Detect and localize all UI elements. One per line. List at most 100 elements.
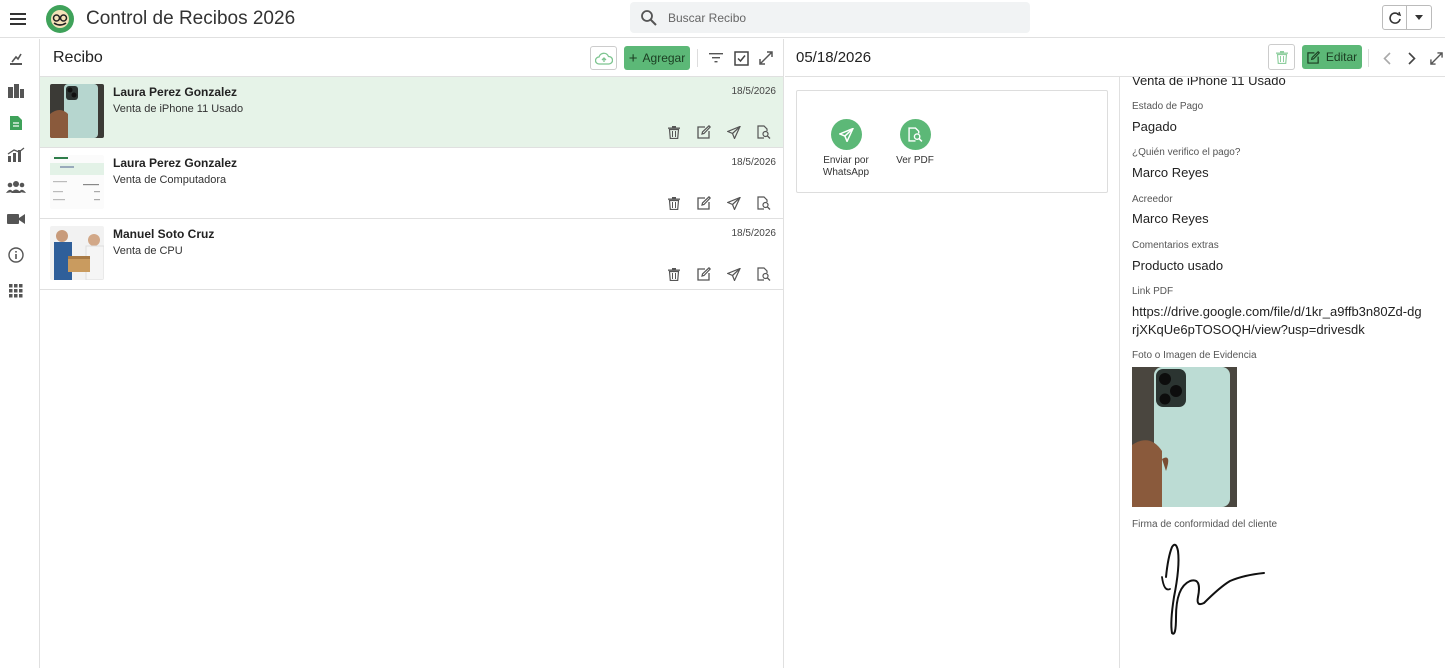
document-search-icon xyxy=(757,196,771,210)
edit-icon xyxy=(697,196,711,210)
detail-header: 05/18/2026 Editar xyxy=(785,39,1445,77)
list-item[interactable]: Manuel Soto Cruz Venta de CPU 18/5/2026 xyxy=(40,219,783,290)
sync-icon xyxy=(1388,11,1401,24)
send-button[interactable] xyxy=(719,123,749,141)
delete-button[interactable] xyxy=(659,265,689,283)
plus-icon: + xyxy=(628,49,638,67)
send-icon xyxy=(727,125,741,139)
edit-icon xyxy=(697,267,711,281)
edit-button[interactable] xyxy=(689,194,719,212)
delete-button[interactable] xyxy=(659,123,689,141)
receipt-description: Venta de CPU xyxy=(113,245,183,257)
nav-apps[interactable] xyxy=(0,277,32,305)
view-pdf-action[interactable]: Ver PDF xyxy=(885,119,945,167)
caret-down-icon xyxy=(1415,15,1423,20)
search-icon xyxy=(641,9,657,26)
trash-icon xyxy=(1275,50,1288,64)
nav-analytics[interactable] xyxy=(0,141,32,169)
sync-button[interactable] xyxy=(1383,6,1408,29)
send-whatsapp-action[interactable]: Enviar por WhatsApp xyxy=(816,119,876,179)
search-input[interactable] xyxy=(668,10,1008,25)
field-value: Marco Reyes xyxy=(1132,211,1209,226)
expand-icon xyxy=(759,51,773,65)
send-button[interactable] xyxy=(719,265,749,283)
view-pdf-button[interactable] xyxy=(749,123,779,141)
menu-icon[interactable] xyxy=(3,4,33,34)
customer-name: Laura Perez Gonzalez xyxy=(113,85,238,99)
view-pdf-label: Ver PDF xyxy=(896,155,934,166)
detail-delete-button[interactable] xyxy=(1268,44,1295,70)
trash-icon xyxy=(668,267,680,281)
document-icon xyxy=(10,116,22,130)
field-value: Marco Reyes xyxy=(1132,165,1209,180)
send-button[interactable] xyxy=(719,194,749,212)
list-header: Recibo + Agregar xyxy=(40,39,783,77)
edit-button[interactable] xyxy=(689,123,719,141)
edit-button[interactable] xyxy=(689,265,719,283)
send-icon xyxy=(727,267,741,281)
trash-icon xyxy=(668,196,680,210)
list-title: Recibo xyxy=(53,48,103,66)
field-label: ¿Quién verifico el pago? xyxy=(1132,147,1241,158)
field-label: Link PDF xyxy=(1132,286,1174,297)
filter-button[interactable] xyxy=(705,46,727,70)
sync-control xyxy=(1382,5,1432,30)
edit-icon xyxy=(697,125,711,139)
nav-video[interactable] xyxy=(0,205,32,233)
analytics-icon xyxy=(7,147,25,162)
field-label: Foto o Imagen de Evidencia xyxy=(1132,350,1257,361)
field-value: Producto usado xyxy=(1132,258,1224,273)
search-bar[interactable] xyxy=(630,2,1030,33)
app-logo xyxy=(46,4,74,33)
item-actions xyxy=(659,265,779,283)
video-icon xyxy=(7,214,25,224)
field-label: Comentarios extras xyxy=(1132,240,1219,251)
item-actions xyxy=(659,123,779,141)
divider xyxy=(697,49,698,67)
sync-dropdown-button[interactable] xyxy=(1407,6,1431,29)
list-item[interactable]: Laura Perez Gonzalez Venta de iPhone 11 … xyxy=(40,77,783,148)
item-thumbnail xyxy=(50,226,104,280)
select-all-button[interactable] xyxy=(730,46,752,70)
add-button[interactable]: + Agregar xyxy=(624,46,690,70)
delete-button[interactable] xyxy=(659,194,689,212)
chevron-left-icon xyxy=(1383,51,1391,65)
checkbox-icon xyxy=(733,50,749,66)
receipt-date: 18/5/2026 xyxy=(731,157,777,168)
cloud-upload-button[interactable] xyxy=(590,46,617,70)
evidence-image[interactable] xyxy=(1132,367,1237,507)
customer-name: Manuel Soto Cruz xyxy=(113,227,215,241)
receipt-date: 18/5/2026 xyxy=(731,228,777,239)
detail-actions-card: Enviar por WhatsApp Ver PDF xyxy=(796,90,1108,193)
expand-icon xyxy=(1429,51,1443,65)
expand-list-button[interactable] xyxy=(755,46,777,70)
field-label: Acreedor xyxy=(1132,194,1173,205)
field-label: Firma de conformidad del cliente xyxy=(1132,519,1278,530)
pdf-link[interactable]: https://drive.google.com/file/d/1kr_a9ff… xyxy=(1132,303,1422,339)
previous-record-button[interactable] xyxy=(1378,49,1396,67)
client-signature xyxy=(1150,537,1270,642)
next-record-button[interactable] xyxy=(1403,49,1421,67)
nav-people[interactable] xyxy=(0,173,32,201)
item-thumbnail xyxy=(50,84,104,138)
document-search-icon xyxy=(899,119,931,150)
divider xyxy=(1368,49,1369,67)
edit-icon xyxy=(1307,50,1320,64)
nav-documents[interactable] xyxy=(0,109,32,137)
nav-info[interactable] xyxy=(0,241,32,269)
nav-buildings[interactable] xyxy=(0,77,32,105)
list-item[interactable]: Laura Perez Gonzalez Venta de Computador… xyxy=(40,148,783,219)
apps-icon xyxy=(9,284,23,298)
customer-name: Laura Perez Gonzalez xyxy=(113,156,238,170)
item-thumbnail xyxy=(50,155,104,209)
detail-edit-button[interactable]: Editar xyxy=(1302,45,1362,69)
cloud-upload-icon xyxy=(594,52,613,65)
nav-chart-tools[interactable] xyxy=(0,45,32,73)
view-pdf-button[interactable] xyxy=(749,194,779,212)
expand-detail-button[interactable] xyxy=(1427,49,1445,67)
app-title: Control de Recibos 2026 xyxy=(86,7,296,29)
view-pdf-button[interactable] xyxy=(749,265,779,283)
receipt-description: Venta de Computadora xyxy=(113,174,227,186)
receipt-description: Venta de iPhone 11 Usado xyxy=(113,103,244,115)
left-navigation xyxy=(0,39,40,668)
